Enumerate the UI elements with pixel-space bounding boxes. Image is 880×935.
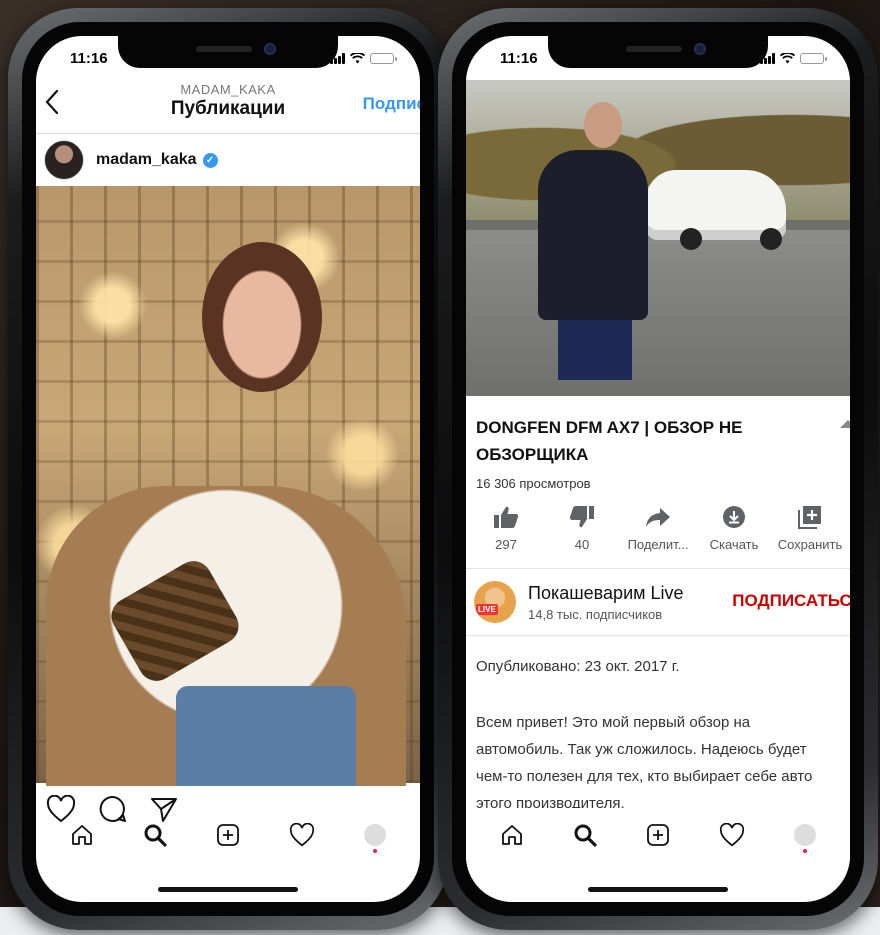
expand-caret-icon[interactable]	[840, 420, 850, 428]
video-player[interactable]	[466, 80, 850, 396]
thumbs-up-icon	[494, 506, 519, 528]
home-indicator[interactable]	[158, 887, 298, 892]
verified-badge-icon: ✓	[202, 152, 218, 168]
home-icon[interactable]	[500, 823, 524, 847]
search-icon[interactable]	[573, 823, 597, 847]
subscriber-count: 14,8 тыс. подписчиков	[528, 606, 663, 622]
wifi-icon	[780, 52, 795, 63]
channel-row[interactable]: LIVE Покашеварим Live 14,8 тыс. подписчи…	[466, 569, 850, 635]
profile-icon[interactable]	[793, 824, 816, 853]
add-icon[interactable]	[646, 823, 670, 847]
share-button[interactable]: Поделит...	[620, 505, 696, 552]
save-label: Сохранить	[777, 537, 843, 552]
add-icon[interactable]	[216, 823, 240, 847]
video-details: DONGFEN DFM AX7 | ОБЗОР НЕ ОБЗОРЩИКА 16 …	[466, 396, 850, 808]
phone-bezel: 11:16 DONGFEN DFM AX7 | ОБЗОР НЕ ОБЗОРЩИ…	[452, 22, 864, 916]
post-header: madam_kaka ✓	[36, 134, 420, 186]
status-time: 11:16	[500, 49, 538, 67]
follow-button[interactable]: Подпис	[363, 94, 420, 114]
share-arrow-icon	[646, 508, 670, 527]
activity-icon[interactable]	[719, 823, 745, 847]
video-actions: 297 40 Поделит... Скачать Сохранить	[466, 505, 850, 552]
live-badge: LIVE	[476, 604, 498, 615]
like-button[interactable]: 297	[468, 505, 544, 552]
home-icon[interactable]	[70, 823, 94, 847]
home-indicator[interactable]	[588, 887, 728, 892]
view-count: 16 306 просмотров	[476, 476, 591, 491]
subscribe-button[interactable]: ПОДПИСАТЬСЯ	[732, 591, 850, 611]
dislike-count: 40	[574, 537, 590, 552]
channel-avatar[interactable]: LIVE	[474, 581, 516, 623]
battery-icon	[370, 52, 397, 64]
publish-date: Опубликовано: 23 окт. 2017 г.	[476, 658, 680, 675]
status-indicators	[330, 47, 397, 64]
youtube-screen: 11:16 DONGFEN DFM AX7 | ОБЗОР НЕ ОБЗОРЩИ…	[466, 36, 850, 902]
channel-name[interactable]: Покашеварим Live	[528, 583, 684, 604]
phone-right: 11:16 DONGFEN DFM AX7 | ОБЗОР НЕ ОБЗОРЩИ…	[438, 8, 878, 930]
dislike-button[interactable]: 40	[544, 505, 620, 552]
save-playlist-icon	[798, 506, 821, 529]
download-icon	[723, 506, 745, 528]
profile-posts-header: MADAM_KAKA Публикации Подпис	[36, 80, 420, 134]
status-time: 11:16	[70, 49, 108, 67]
battery-icon	[800, 52, 827, 64]
post-photo[interactable]	[36, 186, 420, 786]
wifi-icon	[350, 52, 365, 63]
video-description: Всем привет! Это мой первый обзор на авт…	[476, 714, 813, 808]
like-count: 297	[495, 537, 517, 552]
channel-info: Покашеварим Live 14,8 тыс. подписчиков	[528, 583, 684, 622]
phone-bezel: 11:16 MADAM_KAKA Публикации Подпис madam…	[22, 22, 434, 916]
profile-icon[interactable]	[363, 824, 386, 853]
bottom-tab-bar	[466, 808, 850, 862]
bottom-tab-bar	[36, 808, 420, 862]
notch	[118, 36, 338, 68]
notch	[548, 36, 768, 68]
divider	[466, 635, 850, 636]
thumbs-down-icon	[569, 506, 594, 528]
instagram-screen: 11:16 MADAM_KAKA Публикации Подпис madam…	[36, 36, 420, 902]
download-label: Скачать	[709, 537, 759, 552]
video-title: DONGFEN DFM AX7 | ОБЗОР НЕ ОБЗОРЩИКА	[476, 418, 743, 464]
status-indicators	[760, 47, 827, 64]
activity-icon[interactable]	[289, 823, 315, 847]
search-icon[interactable]	[143, 823, 167, 847]
download-button[interactable]: Скачать	[696, 505, 772, 552]
post-username[interactable]: madam_kaka	[96, 151, 197, 169]
phone-left: 11:16 MADAM_KAKA Публикации Подпис madam…	[8, 8, 448, 930]
avatar[interactable]	[44, 140, 84, 180]
share-label: Поделит...	[627, 537, 689, 552]
save-button[interactable]: Сохранить	[772, 505, 848, 552]
